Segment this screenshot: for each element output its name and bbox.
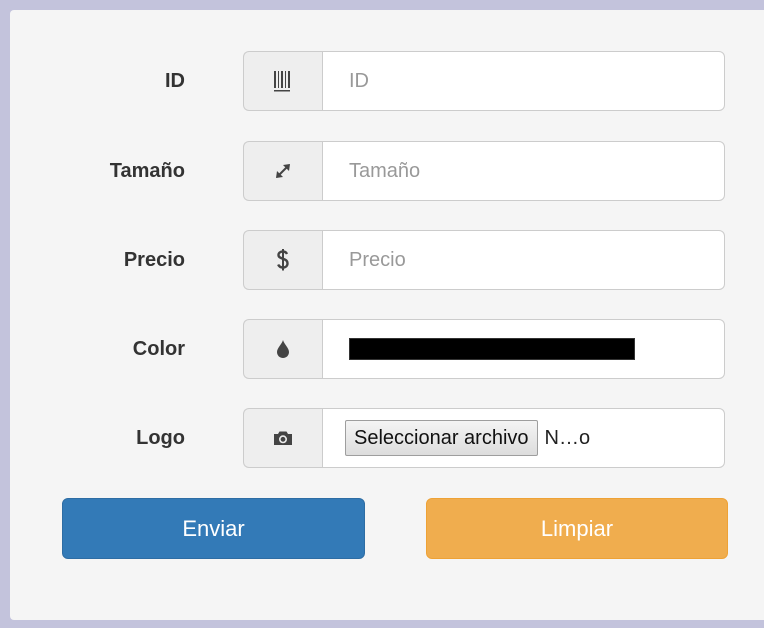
size-input[interactable] bbox=[349, 142, 724, 200]
logo-input-group: Seleccionar archivo N…o bbox=[243, 408, 725, 468]
size-row: Tamaño bbox=[10, 141, 764, 201]
price-input-group bbox=[243, 230, 725, 290]
size-label: Tamaño bbox=[109, 160, 185, 182]
color-input-group bbox=[243, 319, 725, 379]
choose-file-button[interactable]: Seleccionar archivo bbox=[345, 420, 538, 456]
window-frame: ID Tamaño bbox=[0, 0, 764, 628]
color-swatch[interactable] bbox=[349, 338, 635, 360]
id-label: ID bbox=[165, 70, 185, 92]
id-input-group bbox=[243, 51, 725, 111]
size-field[interactable] bbox=[322, 141, 725, 201]
barcode-icon bbox=[243, 51, 322, 111]
logo-row: Logo Seleccionar archivo N…o bbox=[10, 408, 764, 468]
color-row: Color bbox=[10, 319, 764, 379]
id-field[interactable] bbox=[322, 51, 725, 111]
id-row: ID bbox=[10, 51, 764, 111]
price-row: Precio bbox=[10, 230, 764, 290]
logo-file-field: Seleccionar archivo N…o bbox=[322, 408, 725, 468]
reset-button[interactable]: Limpiar bbox=[426, 498, 728, 559]
price-input[interactable] bbox=[349, 231, 724, 289]
price-label: Precio bbox=[123, 249, 185, 271]
file-name-text: N…o bbox=[544, 426, 591, 449]
id-input[interactable] bbox=[349, 52, 724, 110]
color-label: Color bbox=[132, 338, 185, 360]
price-field[interactable] bbox=[322, 230, 725, 290]
submit-button[interactable]: Enviar bbox=[62, 498, 365, 559]
logo-label: Logo bbox=[136, 427, 185, 449]
form-panel: ID Tamaño bbox=[10, 10, 764, 620]
tint-icon bbox=[243, 319, 322, 379]
color-field[interactable] bbox=[322, 319, 725, 379]
resize-icon bbox=[243, 141, 322, 201]
dollar-icon bbox=[243, 230, 322, 290]
camera-icon bbox=[243, 408, 322, 468]
size-input-group bbox=[243, 141, 725, 201]
